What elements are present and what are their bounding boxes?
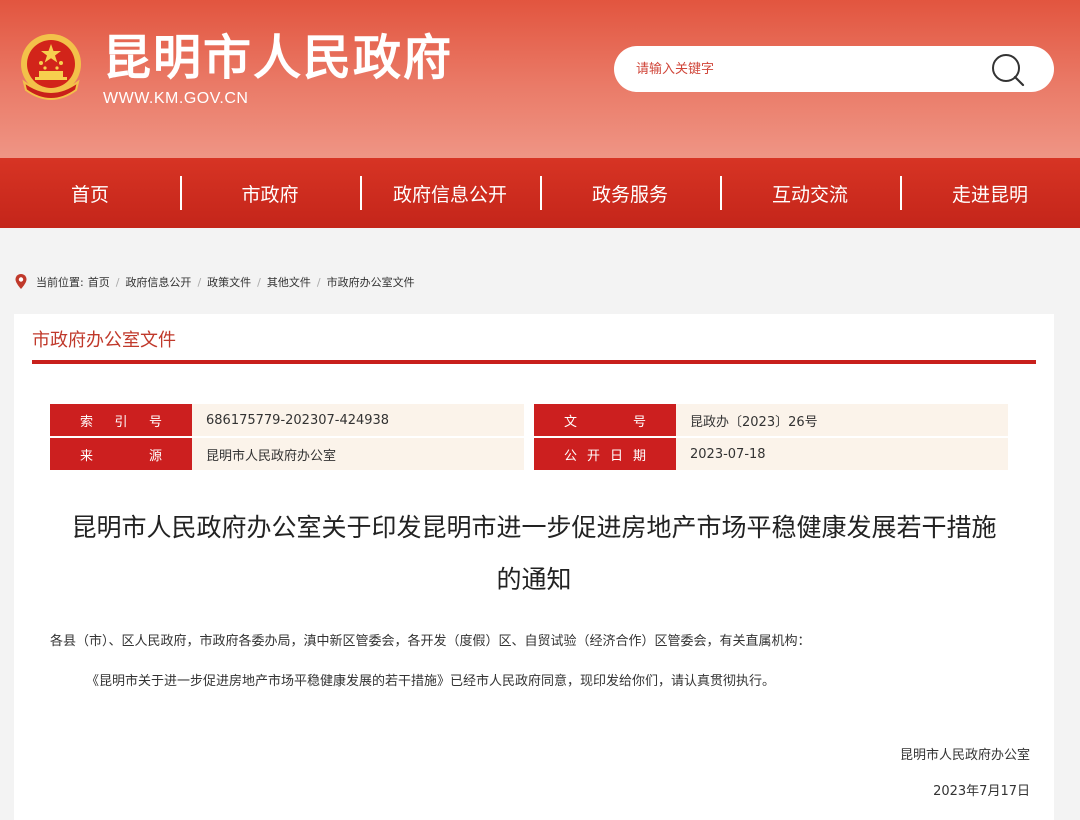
meta-row-docno: 文 号 昆政办〔2023〕26号 <box>534 404 1008 436</box>
section-title: 市政府办公室文件 <box>32 330 176 351</box>
meta-row-publish-date: 公 开 日 期 2023-07-18 <box>534 438 1008 470</box>
document-title: 昆明市人民政府办公室关于印发昆明市进一步促进房地产市场平稳健康发展若干措施 的通… <box>44 502 1024 606</box>
nav-item-about-kunming[interactable]: 走进昆明 <box>900 158 1080 228</box>
breadcrumb-item-information-disclosure[interactable]: 政府信息公开 <box>125 274 191 290</box>
search-icon[interactable] <box>988 52 1028 88</box>
nav-item-information-disclosure[interactable]: 政府信息公开 <box>360 158 540 228</box>
section-divider <box>32 360 1036 364</box>
breadcrumb-item-other-documents[interactable]: 其他文件 <box>267 274 311 290</box>
meta-value-document-number: 昆政办〔2023〕26号 <box>676 404 1008 436</box>
meta-row-source: 来 源 昆明市人民政府办公室 <box>50 438 524 470</box>
meta-label-source: 来 源 <box>50 438 192 470</box>
label-char: 号 <box>148 414 162 430</box>
nav-item-government-services[interactable]: 政务服务 <box>540 158 720 228</box>
breadcrumb: 当前位置: 首页 / 政府信息公开 / 政策文件 / 其他文件 / 市政府办公室… <box>14 271 415 293</box>
document-sign-date: 2023年7月17日 <box>933 784 1030 799</box>
meta-label-document-number: 文 号 <box>534 404 676 436</box>
location-pin-icon <box>15 274 27 289</box>
label-char: 期 <box>632 448 646 464</box>
meta-row-index: 索 引 号 686175779-202307-424938 <box>50 404 524 436</box>
breadcrumb-separator: / <box>316 275 321 289</box>
document-salutation: 各县（市）、区人民政府，市政府各委办局，滇中新区管委会，各开发（度假）区、自贸试… <box>50 634 811 649</box>
site-header: 昆明市人民政府 WWW.KM.GOV.CN <box>0 0 1080 158</box>
breadcrumb-item-policy-documents[interactable]: 政策文件 <box>207 274 251 290</box>
nav-item-home[interactable]: 首页 <box>0 158 180 228</box>
label-char: 文 <box>564 414 578 430</box>
site-title: 昆明市人民政府 <box>103 30 454 86</box>
breadcrumb-separator: / <box>115 275 120 289</box>
document-signer: 昆明市人民政府办公室 <box>899 748 1030 763</box>
label-char: 来 <box>80 448 94 464</box>
label-char: 引 <box>114 414 128 430</box>
label-char: 索 <box>80 414 94 430</box>
main-nav: 首页 市政府 政府信息公开 政务服务 互动交流 走进昆明 <box>0 158 1080 228</box>
search-input[interactable] <box>636 56 976 82</box>
nav-item-city-government[interactable]: 市政府 <box>180 158 360 228</box>
breadcrumb-item-home[interactable]: 首页 <box>88 274 110 290</box>
breadcrumb-separator: / <box>197 275 202 289</box>
document-title-line-1: 昆明市人民政府办公室关于印发昆明市进一步促进房地产市场平稳健康发展若干措施 <box>71 513 997 542</box>
breadcrumb-item-office-documents[interactable]: 市政府办公室文件 <box>327 274 415 290</box>
national-emblem-icon <box>21 34 81 100</box>
site-url: WWW.KM.GOV.CN <box>103 90 249 107</box>
breadcrumb-prefix: 当前位置: <box>36 276 84 289</box>
meta-label-index-number: 索 引 号 <box>50 404 192 436</box>
nav-item-interaction[interactable]: 互动交流 <box>720 158 900 228</box>
label-char: 源 <box>148 448 162 464</box>
meta-value-source: 昆明市人民政府办公室 <box>192 438 524 470</box>
label-char: 号 <box>632 414 646 430</box>
meta-label-publish-date: 公 开 日 期 <box>534 438 676 470</box>
label-char: 开 <box>586 448 600 464</box>
meta-value-index-number: 686175779-202307-424938 <box>192 404 524 436</box>
label-char: 公 <box>564 448 578 464</box>
breadcrumb-separator: / <box>257 275 261 289</box>
document-paragraph: 《昆明市关于进一步促进房地产市场平稳健康发展的若干措施》已经市人民政府同意，现印… <box>86 674 776 689</box>
document-title-line-2: 的通知 <box>496 565 572 594</box>
label-char: 日 <box>609 448 623 464</box>
search-box <box>614 46 1054 92</box>
meta-value-publish-date: 2023-07-18 <box>676 438 1008 470</box>
content-panel: 市政府办公室文件 索 引 号 686175779-202307-424938 文… <box>14 314 1054 820</box>
